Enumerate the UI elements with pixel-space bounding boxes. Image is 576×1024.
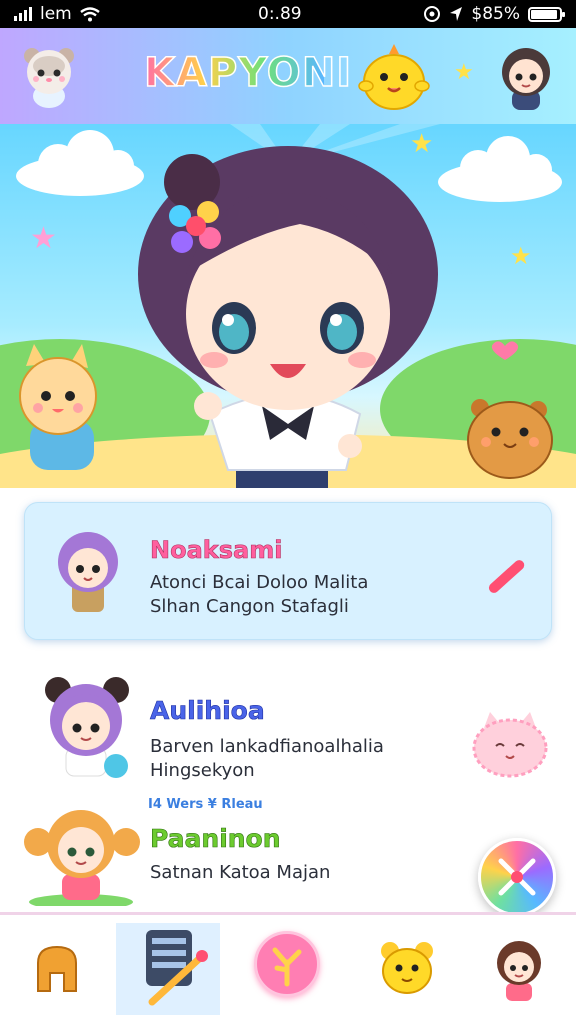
- chick-mascot-icon[interactable]: [356, 42, 432, 114]
- nav-edit-tool[interactable]: [116, 923, 220, 1015]
- sparkle-icon: [498, 858, 536, 896]
- character-detail: Slhan Cangon Stafagli: [150, 596, 349, 617]
- battery-icon: [528, 6, 565, 22]
- battery-percent: $85%: [471, 4, 520, 24]
- profile-icon: [497, 941, 541, 1001]
- edit-button[interactable]: [478, 552, 528, 602]
- star-icon: ★: [454, 60, 474, 85]
- character-avatar-icon: [58, 532, 118, 612]
- clock: 0:.89: [258, 4, 302, 24]
- wifi-icon: [80, 6, 100, 21]
- hamster-mascot-icon[interactable]: [20, 42, 78, 110]
- create-icon: [272, 947, 302, 987]
- nav-profile[interactable]: [484, 933, 554, 1003]
- bottom-nav: [0, 912, 576, 1024]
- character-detail: Barven lankadfianoalhalia: [150, 736, 384, 757]
- character-avatar-icon: [45, 677, 129, 778]
- rotation-lock-icon: [424, 6, 441, 22]
- nav-create[interactable]: [254, 931, 320, 997]
- character-name: Paaninon: [150, 824, 281, 854]
- app-header: KAPYONI ★: [0, 28, 576, 124]
- location-icon: [450, 7, 463, 21]
- svg-text:★: ★: [510, 242, 532, 270]
- cloud-right: [438, 136, 562, 202]
- svg-text:★: ★: [410, 129, 433, 159]
- user-avatar-icon[interactable]: [494, 40, 558, 112]
- svg-text:★: ★: [30, 221, 57, 256]
- cloud-left: [16, 130, 144, 196]
- character-name: Noaksami: [150, 536, 283, 565]
- hero-illustration: ★ ★ ★ ★: [0, 124, 576, 488]
- character-avatar-icon: [24, 810, 140, 906]
- status-bar: lem 0:.89 $85%: [0, 0, 576, 28]
- home-icon: [37, 945, 77, 992]
- character-detail: Satnan Katoa Majan: [150, 862, 331, 883]
- character-name: Aulihioa: [150, 696, 265, 726]
- floating-action-button[interactable]: [478, 838, 556, 916]
- bear-friend-icon: [381, 942, 433, 994]
- cat-character: [19, 344, 97, 470]
- hero-banner: ★ ★ ★ ★: [0, 124, 576, 488]
- character-detail: Atonci Bcai Doloo Malita: [150, 572, 369, 593]
- nav-home[interactable]: [22, 933, 92, 1003]
- nav-friends[interactable]: [372, 933, 442, 1003]
- fluffy-cat-icon[interactable]: [470, 708, 550, 778]
- character-detail: Hingsekyon: [150, 760, 255, 781]
- edit-tool-icon: [146, 929, 208, 1005]
- character-meta: I4 Wers ¥ Rleau: [148, 797, 263, 812]
- app-title: KAPYONI: [143, 49, 353, 97]
- bear-character: [467, 399, 553, 479]
- pencil-icon: [488, 560, 525, 593]
- carrier-label: lem: [40, 4, 72, 24]
- signal-icon: [14, 7, 32, 21]
